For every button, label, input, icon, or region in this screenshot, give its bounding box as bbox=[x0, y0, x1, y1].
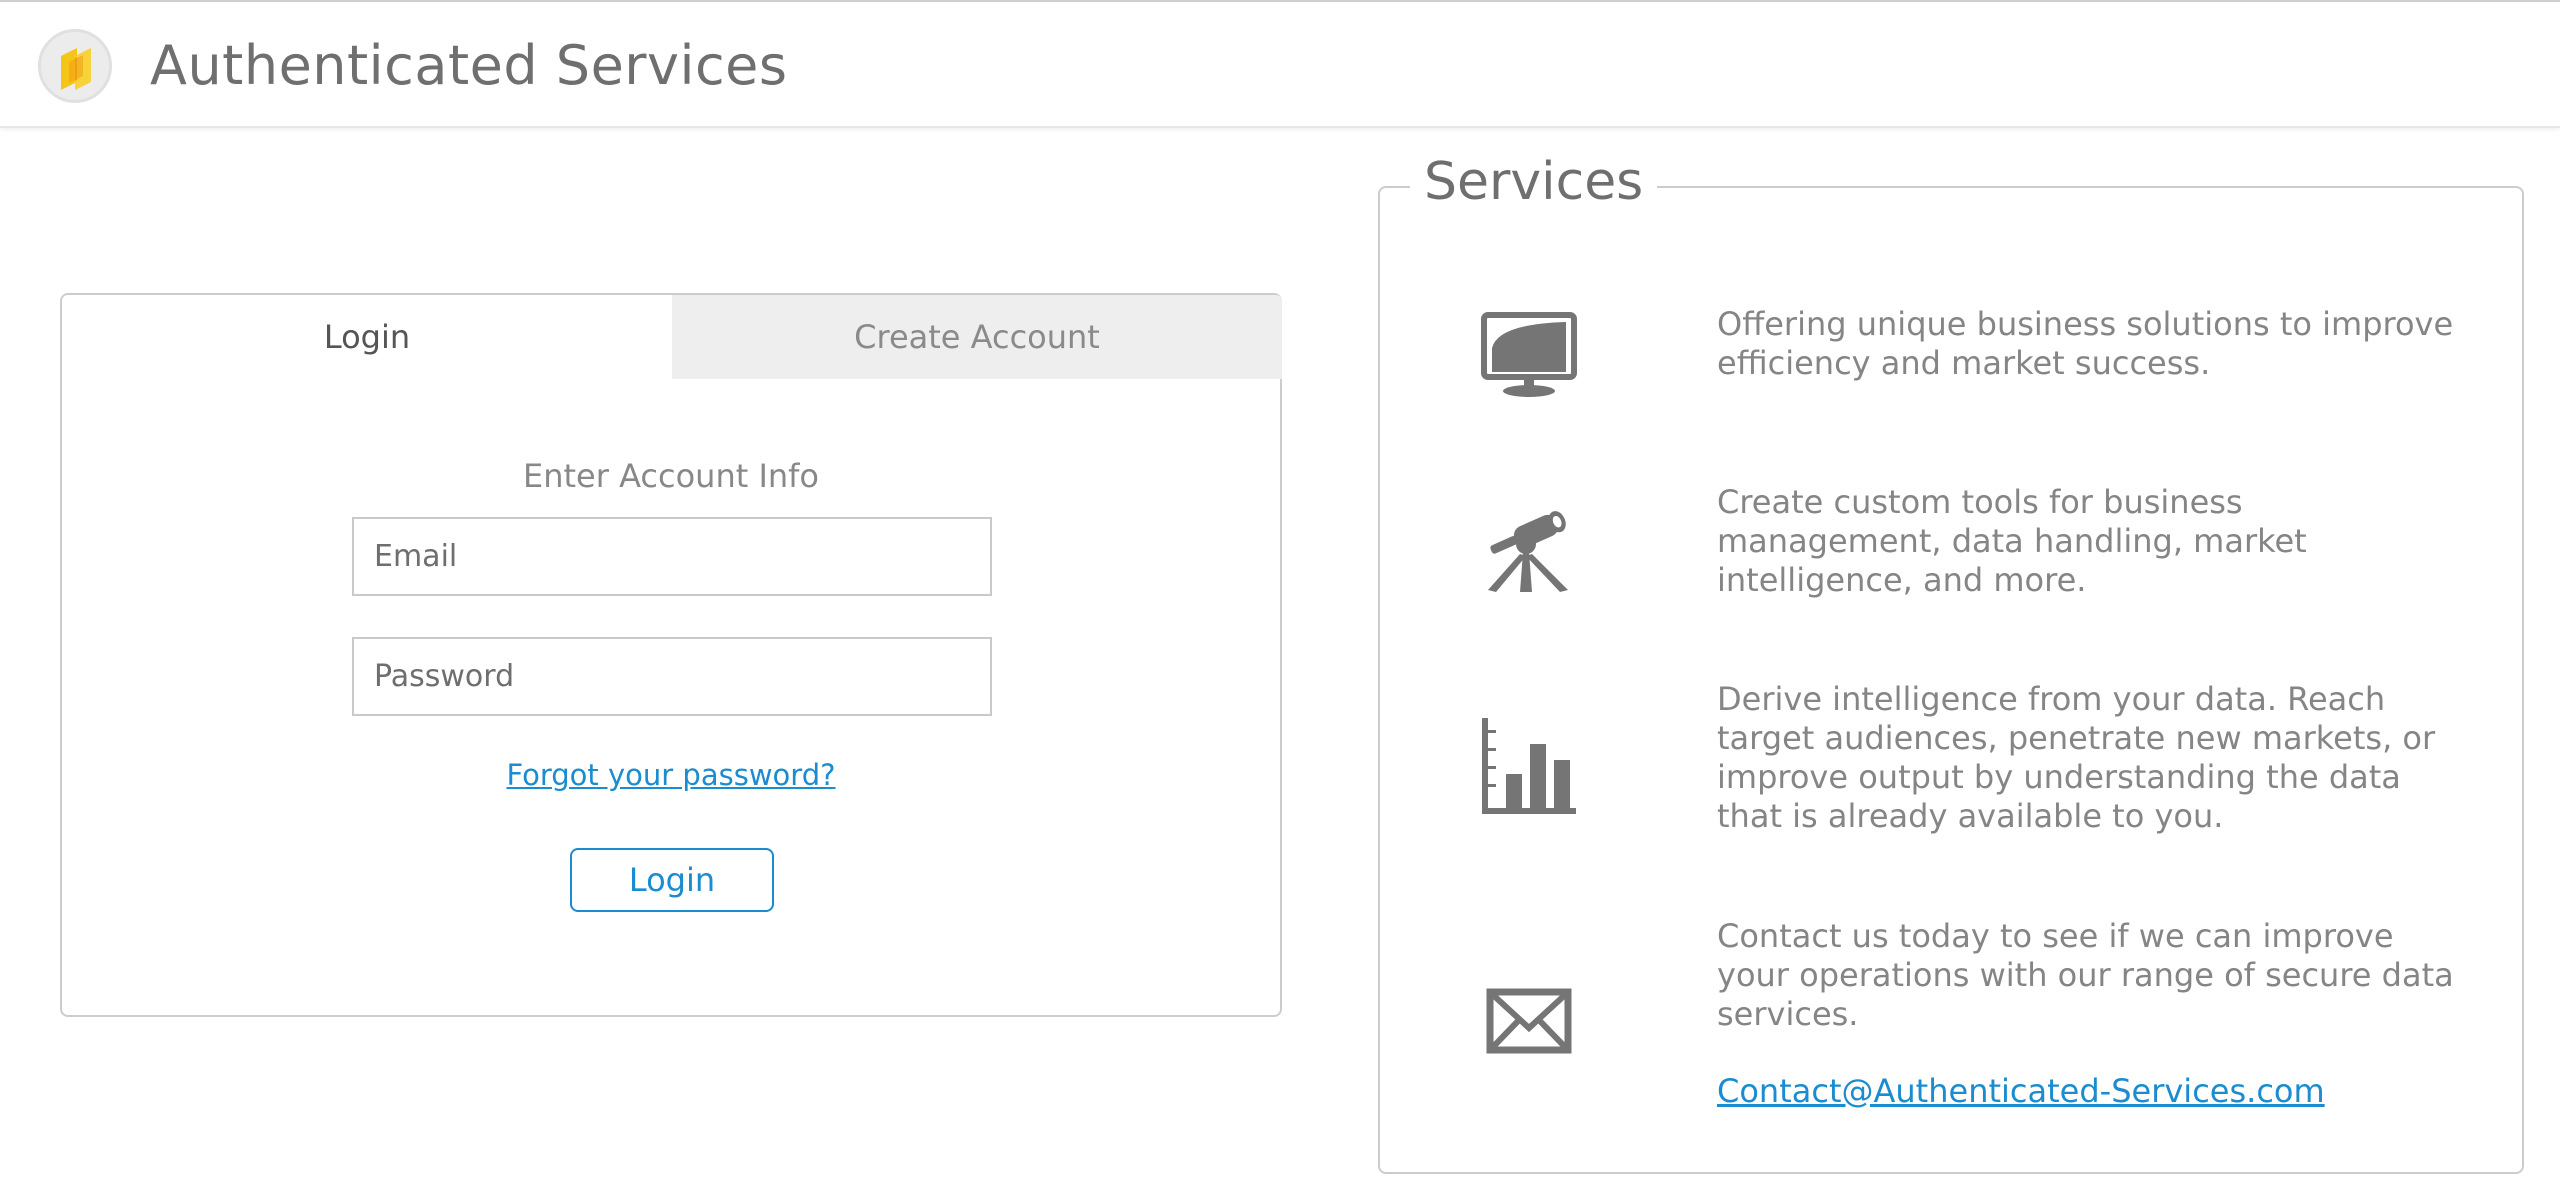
tab-create-account[interactable]: Create Account bbox=[672, 295, 1282, 379]
tab-login[interactable]: Login bbox=[62, 295, 672, 379]
envelope-icon bbox=[1486, 988, 1572, 1058]
email-field[interactable] bbox=[352, 517, 992, 596]
contact-email-link[interactable]: Contact@Authenticated-Services.com bbox=[1717, 1072, 2325, 1110]
password-field[interactable] bbox=[352, 637, 992, 716]
services-title: Services bbox=[1410, 152, 1658, 212]
forgot-password-row: Forgot your password? bbox=[62, 758, 1280, 792]
service-description: Offering unique business solutions to im… bbox=[1717, 305, 2454, 382]
logo-icon bbox=[38, 29, 112, 103]
forgot-password-link[interactable]: Forgot your password? bbox=[506, 758, 835, 792]
service-description: Create custom tools for business managem… bbox=[1717, 483, 2307, 599]
telescope-icon bbox=[1484, 500, 1580, 600]
app-title: Authenticated Services bbox=[150, 34, 788, 97]
login-panel: Login Create Account Enter Account Info … bbox=[60, 293, 1282, 1017]
service-description: Contact us today to see if we can improv… bbox=[1717, 917, 2454, 1033]
app-header: Authenticated Services bbox=[0, 2, 2560, 128]
login-button[interactable]: Login bbox=[570, 848, 774, 912]
monitor-icon bbox=[1480, 312, 1578, 402]
service-description: Derive intelligence from your data. Reac… bbox=[1717, 680, 2436, 835]
form-title: Enter Account Info bbox=[523, 457, 819, 495]
bar-chart-icon bbox=[1480, 716, 1578, 820]
